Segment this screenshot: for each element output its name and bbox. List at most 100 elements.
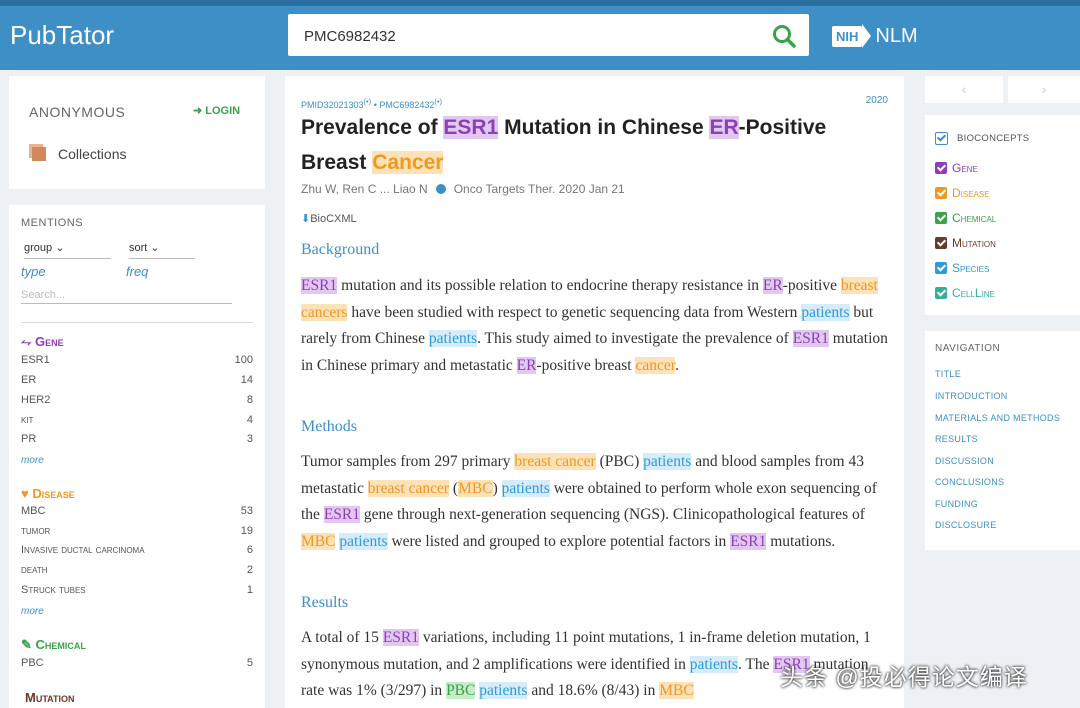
bioconcepts-toggle[interactable]: BIOCONCEPTS	[935, 132, 1029, 145]
group-label: group	[24, 242, 53, 254]
mention-row[interactable]: Invasive ductal carcinoma 6	[21, 544, 253, 556]
bioconcepts-panel: BIOCONCEPTS Gene Disease Chemical Mutati…	[925, 115, 1080, 315]
freq-option[interactable]: freq	[126, 264, 148, 279]
species-mention[interactable]: patients	[339, 532, 388, 550]
search-box[interactable]	[288, 14, 809, 56]
mention-row[interactable]: Struck tubes 1	[21, 584, 253, 596]
pmid-link[interactable]: PMID32021303	[301, 100, 364, 110]
disease-mention[interactable]: MBC	[659, 682, 694, 700]
mention-row[interactable]: kit 4	[21, 414, 253, 426]
background-heading: Background	[301, 241, 380, 258]
chemical-title-label: Chemical	[35, 637, 86, 652]
gene-mention[interactable]: ESR1	[382, 629, 419, 646]
chevron-down-icon: ⌄	[55, 242, 65, 254]
gene-mention[interactable]: ESR1	[301, 277, 338, 294]
mention-count: 19	[240, 525, 253, 537]
disease-more-link[interactable]: more	[21, 606, 44, 617]
chevron-right-icon: ›	[1041, 81, 1047, 97]
mention-row[interactable]: ESR1 100	[21, 354, 253, 366]
mention-row[interactable]: tumor 19	[21, 525, 253, 537]
bioconcept-label: Chemical	[952, 211, 997, 225]
gene-mention[interactable]: ESR1	[730, 532, 767, 550]
previous-button[interactable]: ‹	[925, 76, 1003, 103]
mention-count: 8	[246, 394, 253, 406]
mention-label: tumor	[21, 525, 51, 537]
disease-mention[interactable]: Cancer	[372, 151, 444, 174]
bioconcept-species[interactable]: Species	[935, 261, 989, 275]
biocxml-download[interactable]: ⬇BioCXML	[301, 212, 357, 225]
next-button[interactable]: ›	[1008, 76, 1080, 103]
species-mention[interactable]: patients	[428, 330, 478, 348]
title-text: Prevalence of	[301, 116, 438, 139]
gene-mention[interactable]: ESR1	[443, 116, 499, 139]
text: . The	[737, 655, 774, 673]
gene-mention[interactable]: ER	[762, 277, 783, 294]
mention-row[interactable]: ER 14	[21, 374, 253, 386]
species-mention[interactable]: patients	[689, 655, 738, 673]
nav-results[interactable]: RESULTS	[935, 434, 978, 444]
gene-mention[interactable]: ESR1	[323, 506, 360, 524]
mention-count: 2	[246, 564, 253, 576]
checkbox-icon	[935, 262, 947, 274]
text: (	[449, 479, 459, 497]
bioconcept-mutation[interactable]: Mutation	[935, 236, 996, 250]
methods-paragraph: Tumor samples from 297 primary breast ca…	[301, 449, 891, 555]
bioconcept-gene[interactable]: Gene	[935, 161, 978, 175]
pmc-link[interactable]: PMC6982432	[379, 100, 434, 110]
bioconcept-disease[interactable]: Disease	[935, 186, 990, 200]
gene-more-link[interactable]: more	[21, 455, 44, 466]
nav-conclusions[interactable]: CONCLUSIONS	[935, 477, 1004, 487]
nav-materials-methods[interactable]: MATERIALS AND METHODS	[935, 413, 1060, 423]
text: -positive breast	[536, 356, 636, 374]
mention-row[interactable]: HER2 8	[21, 394, 253, 406]
species-mention[interactable]: patients	[801, 303, 850, 321]
results-heading: Results	[301, 594, 349, 611]
checkbox-icon	[935, 132, 948, 145]
species-mention[interactable]: patients	[643, 453, 692, 470]
pubtator-logo[interactable]: PubTator	[10, 20, 114, 51]
species-mention[interactable]: patients	[479, 682, 528, 700]
nav-introduction[interactable]: INTRODUCTION	[935, 391, 1008, 401]
nih-nlm-logo[interactable]: NIH NLM	[832, 22, 918, 50]
bioconcept-cellline[interactable]: CellLine	[935, 286, 995, 300]
mention-row[interactable]: PR 3	[21, 433, 253, 445]
mention-row[interactable]: MBC 53	[21, 505, 253, 517]
collections-link[interactable]: Collections	[29, 146, 126, 162]
mention-row[interactable]: death 2	[21, 564, 253, 576]
nav-funding[interactable]: FUNDING	[935, 499, 978, 509]
search-icon[interactable]	[771, 23, 797, 49]
nav-discussion[interactable]: DISCUSSION	[935, 456, 994, 466]
gene-mention[interactable]: ESR1	[792, 330, 829, 348]
mutation-section-title[interactable]: Mutation	[25, 690, 75, 705]
nav-disclosure[interactable]: DISCLOSURE	[935, 520, 997, 530]
text: Tumor samples from 297 primary	[301, 453, 515, 470]
type-option[interactable]: type	[21, 264, 46, 279]
disease-mention[interactable]: MBC	[458, 479, 493, 497]
search-input[interactable]	[304, 24, 754, 48]
gene-section-title[interactable]: ⥊ Gene	[21, 334, 64, 350]
chemical-mention[interactable]: PBC	[446, 682, 476, 700]
mentions-search-input[interactable]: Search...	[21, 289, 232, 304]
disease-mention[interactable]: breast cancer	[367, 479, 450, 497]
chemical-section-title[interactable]: ✎ Chemical	[21, 637, 86, 653]
bioconcept-chemical[interactable]: Chemical	[935, 211, 996, 225]
mentions-header: MENTIONS	[21, 217, 84, 229]
group-select[interactable]: group ⌄	[24, 241, 111, 259]
disease-section-title[interactable]: ♥ Disease	[21, 486, 75, 501]
gene-mention[interactable]: ER	[516, 356, 537, 374]
top-bar: PubTator NIH NLM	[0, 0, 1080, 70]
mention-label: death	[21, 564, 48, 576]
sort-select[interactable]: sort ⌄	[129, 241, 195, 259]
disease-mention[interactable]: MBC	[301, 532, 336, 550]
disease-mention[interactable]: cancer	[635, 356, 676, 374]
mention-row[interactable]: PBC 5	[21, 657, 253, 669]
gene-mention[interactable]: ER	[709, 116, 739, 139]
mention-label: kit	[21, 414, 34, 426]
disease-mention[interactable]: breast cancer	[514, 453, 596, 470]
species-mention[interactable]: patients	[501, 479, 550, 497]
text: A total of 15	[301, 629, 383, 646]
login-link[interactable]: ➜ LOGIN	[193, 104, 240, 117]
text: .	[675, 356, 679, 374]
text: . This study aimed to investigate the pr…	[477, 330, 793, 348]
nav-title[interactable]: TITLE	[935, 369, 961, 379]
